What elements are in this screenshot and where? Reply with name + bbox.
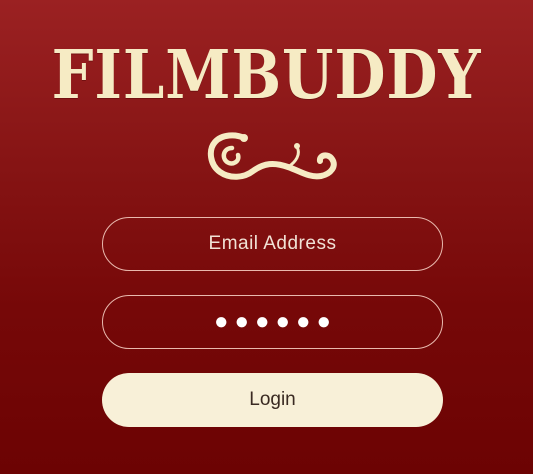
login-button[interactable]: Login [102,373,443,427]
logo-title: FILMBUDDY [51,35,482,114]
password-mask: ●●●●●● [214,308,337,335]
email-field[interactable] [102,217,443,271]
password-field[interactable]: ●●●●●● [102,295,443,349]
swirl-flourish-icon [207,132,337,180]
